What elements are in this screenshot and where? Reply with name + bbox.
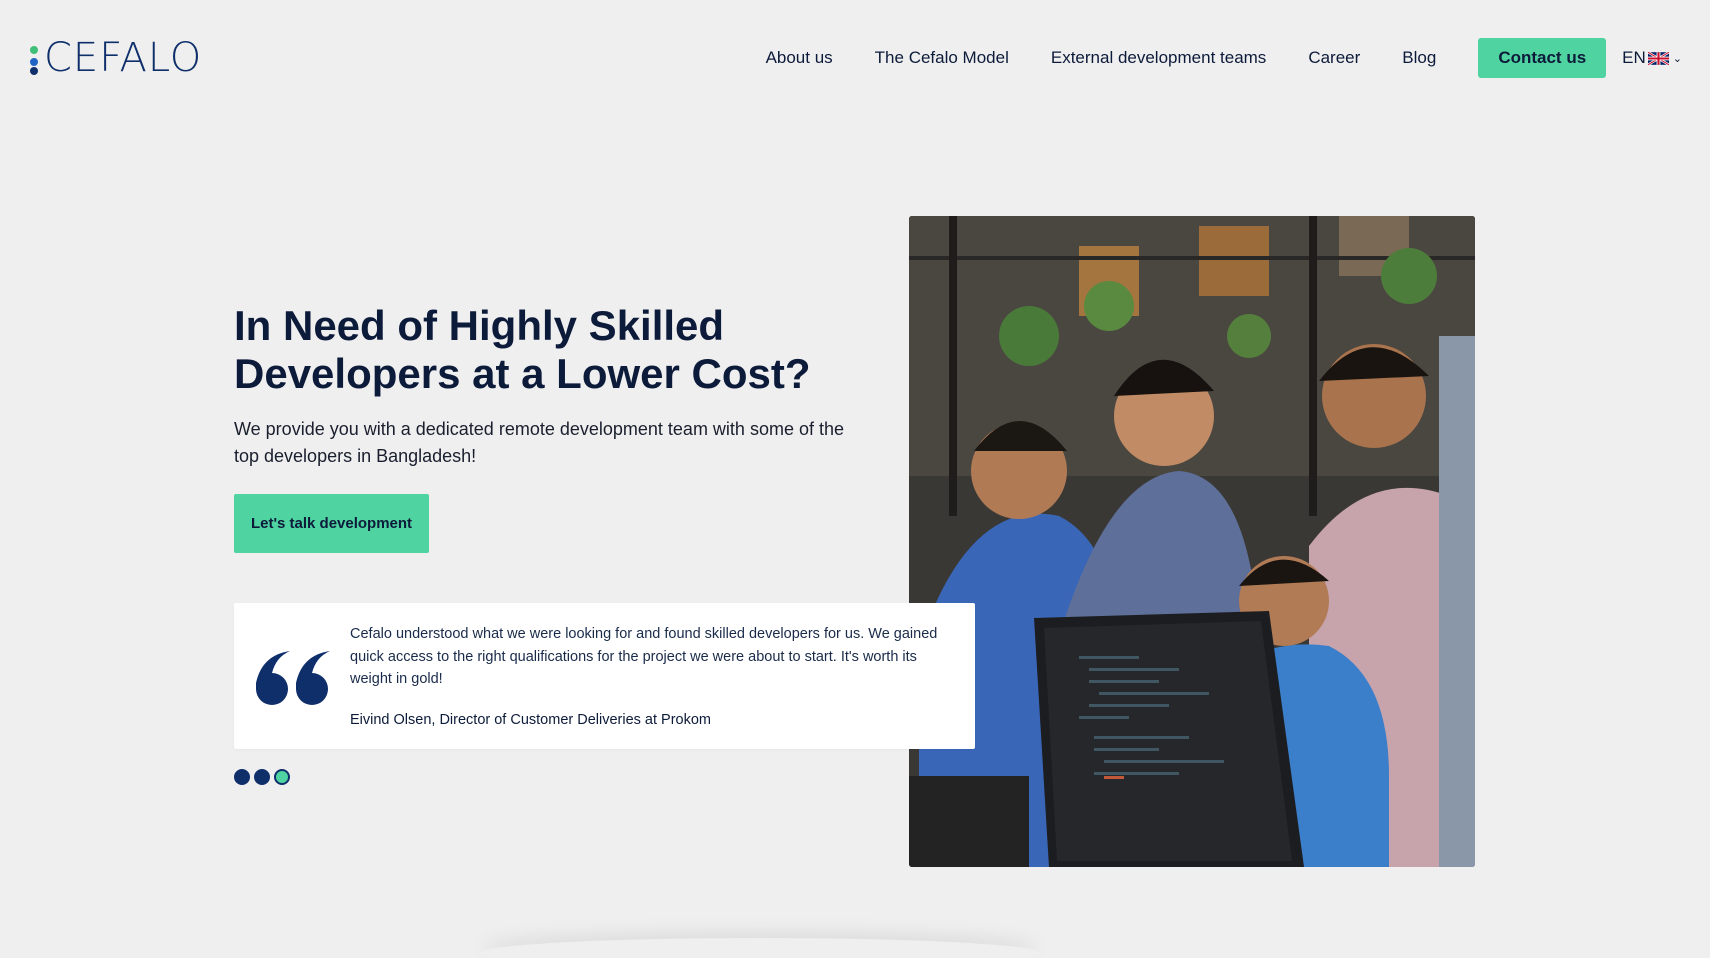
- language-selector[interactable]: EN ⌄: [1622, 48, 1682, 68]
- section-divider-shadow: [480, 938, 1040, 958]
- testimonial-quote: Cefalo understood what we were looking f…: [350, 626, 938, 687]
- nav-cefalo-model[interactable]: The Cefalo Model: [875, 48, 1009, 68]
- nav-about-us[interactable]: About us: [766, 48, 833, 68]
- uk-flag-icon: [1647, 51, 1669, 65]
- nav-external-teams[interactable]: External development teams: [1051, 48, 1266, 68]
- logo-text: CEFALO: [44, 35, 203, 81]
- logo-dots-icon: [28, 40, 40, 76]
- contact-us-button[interactable]: Contact us: [1478, 38, 1607, 78]
- slide-dot-3-active[interactable]: [274, 769, 290, 785]
- hero-photo: [909, 216, 1475, 867]
- site-header: CEFALO About us The Cefalo Model Externa…: [0, 0, 1710, 120]
- testimonial-card: Cefalo understood what we were looking f…: [234, 603, 975, 749]
- team-photo-illustration: [909, 216, 1475, 867]
- nav-blog[interactable]: Blog: [1402, 48, 1436, 68]
- page: CEFALO About us The Cefalo Model Externa…: [0, 0, 1710, 958]
- slide-dot-2[interactable]: [254, 769, 270, 785]
- main-nav: About us The Cefalo Model External devel…: [766, 38, 1682, 78]
- hero-subtitle: We provide you with a dedicated remote d…: [234, 419, 844, 466]
- nav-career[interactable]: Career: [1308, 48, 1360, 68]
- cefalo-logo[interactable]: CEFALO: [28, 38, 202, 78]
- slide-dot-1[interactable]: [234, 769, 250, 785]
- lets-talk-button[interactable]: Let's talk development: [234, 494, 429, 553]
- quote-mark-icon: [256, 651, 330, 705]
- testimonial-author: Eivind Olsen, Director of Customer Deliv…: [350, 712, 712, 728]
- testimonial-pagination: [234, 769, 294, 785]
- language-code: EN: [1622, 48, 1646, 67]
- chevron-down-icon: ⌄: [1672, 52, 1682, 65]
- hero-title: In Need of Highly Skilled Developers at …: [234, 302, 811, 397]
